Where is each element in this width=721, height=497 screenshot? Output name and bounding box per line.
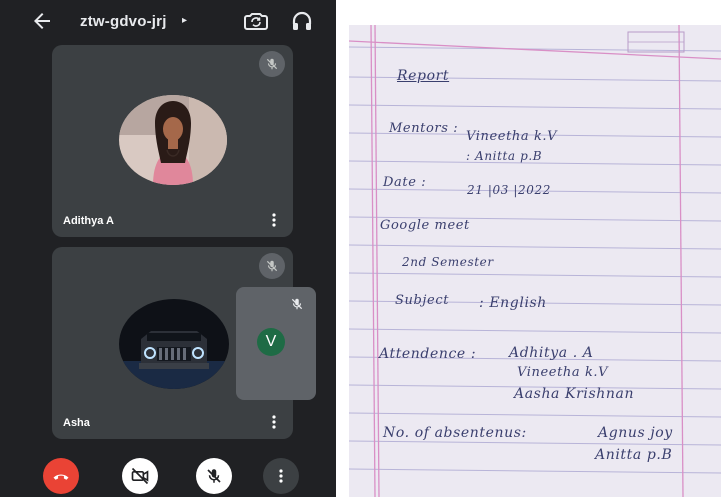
handwritten-absentee-1: Agnus joy [598,425,673,441]
video-call-screen: ztw-gdvo-jrj ▸ Adithya A Asha V [0,0,336,497]
handwritten-semester: 2nd Semester [402,255,494,269]
handwritten-mentors-label: Mentors : [389,121,459,136]
more-options-button[interactable] [263,458,299,494]
handwritten-attendance-label: Attendence : [379,346,477,362]
more-vertical-icon[interactable] [269,413,279,431]
headphones-icon[interactable] [290,9,314,33]
meeting-code[interactable]: ztw-gdvo-jrj [80,13,167,30]
end-call-button[interactable] [43,458,79,494]
participant-name: Adithya A [63,215,114,227]
mic-off-icon [259,253,285,279]
mic-off-icon [259,51,285,77]
page-date-stamp [627,31,685,53]
handwritten-attendee-1: Adhitya . A [509,345,594,361]
mic-off-icon [285,292,309,316]
participant-photo-woman [119,95,227,185]
phone-hangup-icon [53,474,69,480]
handwritten-subject-label: Subject [395,293,450,308]
self-view-tile[interactable]: V [236,287,316,400]
handwritten-mentor-1: Vineetha k.V [466,129,558,144]
camera-toggle-button[interactable] [122,458,158,494]
handwritten-attendee-3: Aasha Krishnan [514,386,635,402]
participant-photo-jeep [119,299,229,389]
handwritten-mentor-2: : Anitta p.B [466,149,543,163]
more-vertical-icon[interactable] [269,211,279,229]
handwritten-subject-value: : English [479,295,547,311]
self-avatar: V [257,328,285,356]
handwritten-date-value: 21 |03 |2022 [467,183,551,197]
handwritten-report-heading: Report [397,68,450,84]
handwritten-google-meet: Google meet [380,218,470,233]
switch-camera-icon[interactable] [243,9,269,33]
handwritten-date-label: Date : [383,175,427,190]
more-vertical-icon [279,469,283,483]
camera-off-icon [131,467,149,485]
mic-off-icon [207,469,221,483]
top-bar: ztw-gdvo-jrj ▸ [0,0,336,44]
participant-tile-adithya[interactable]: Adithya A [52,45,293,237]
handwritten-absentee-2: Anitta p.B [595,447,673,463]
handwritten-absentees-label: No. of absentenus: [383,425,527,441]
handwritten-attendee-2: Vineetha k.V [517,365,609,380]
participant-name: Asha [63,417,90,429]
back-arrow-icon[interactable] [30,9,54,33]
call-controls [0,452,336,497]
notebook-page-photo: Report Mentors : Vineetha k.V : Anitta p… [349,25,721,497]
mic-toggle-button[interactable] [196,458,232,494]
meeting-info-caret-icon[interactable]: ▸ [182,15,187,26]
